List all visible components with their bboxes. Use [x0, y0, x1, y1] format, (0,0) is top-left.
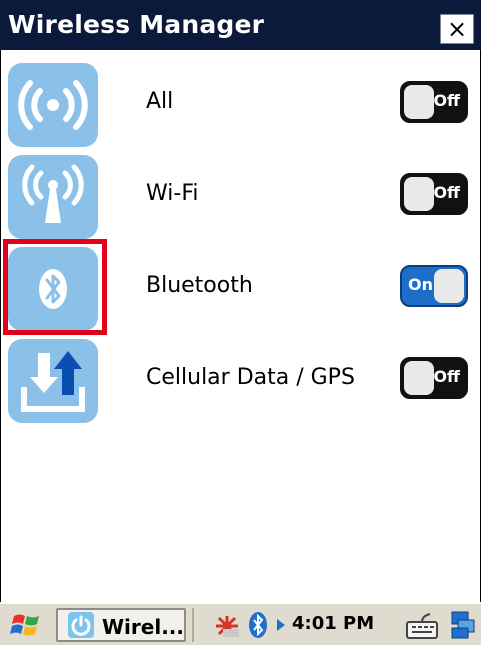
- taskbar-app-button[interactable]: Wirel...: [56, 608, 186, 642]
- toggle-state-text: Off: [433, 183, 460, 202]
- toggle-state-text: Off: [433, 367, 460, 386]
- broadcast-icon[interactable]: [8, 63, 98, 147]
- taskbar: Wirel... 4:01 PM: [0, 602, 481, 645]
- expand-icon[interactable]: [274, 610, 288, 640]
- wireless-row-all: All Off: [0, 63, 481, 149]
- toggle-cellular[interactable]: Off: [400, 357, 468, 399]
- wireless-row-cellular: Cellular Data / GPS Off: [0, 339, 481, 425]
- toggle-bluetooth[interactable]: On: [400, 265, 468, 307]
- toggle-all[interactable]: Off: [400, 81, 468, 123]
- system-tray: 4:01 PM: [200, 608, 390, 642]
- clock-time[interactable]: 4:01 PM: [292, 613, 374, 634]
- toggle-knob: [404, 361, 434, 395]
- desktop-icon: [451, 611, 475, 639]
- start-button[interactable]: [6, 608, 46, 642]
- toggle-wifi[interactable]: Off: [400, 173, 468, 215]
- close-button[interactable]: ×: [440, 14, 474, 44]
- toggle-knob: [434, 269, 464, 303]
- wifi-antenna-icon[interactable]: [8, 155, 98, 239]
- label-wifi: Wi-Fi: [146, 181, 199, 206]
- toggle-state-text: Off: [433, 91, 460, 110]
- wireless-row-wifi: Wi-Fi Off: [0, 155, 481, 241]
- bluetooth-tray-icon[interactable]: [246, 610, 270, 640]
- bluetooth-highlight-box: [3, 239, 107, 335]
- toggle-knob: [404, 85, 434, 119]
- keyboard-icon: [406, 613, 438, 639]
- power-icon: [68, 612, 94, 638]
- desktop-button[interactable]: [448, 608, 478, 642]
- label-bluetooth: Bluetooth: [146, 273, 253, 298]
- keyboard-button[interactable]: [404, 608, 440, 642]
- network-icon[interactable]: [212, 610, 242, 640]
- label-all: All: [146, 89, 174, 114]
- label-cellular: Cellular Data / GPS: [146, 365, 355, 390]
- toggle-knob: [404, 177, 434, 211]
- taskbar-separator: [192, 608, 194, 642]
- window-title: Wireless Manager: [8, 10, 265, 39]
- taskbar-app-label: Wirel...: [102, 615, 184, 639]
- toggle-state-text: On: [408, 275, 433, 294]
- close-icon: ×: [446, 15, 468, 43]
- title-bar: Wireless Manager ×: [0, 0, 481, 50]
- cellular-data-icon[interactable]: [8, 339, 98, 423]
- windows-flag-icon: [10, 614, 39, 636]
